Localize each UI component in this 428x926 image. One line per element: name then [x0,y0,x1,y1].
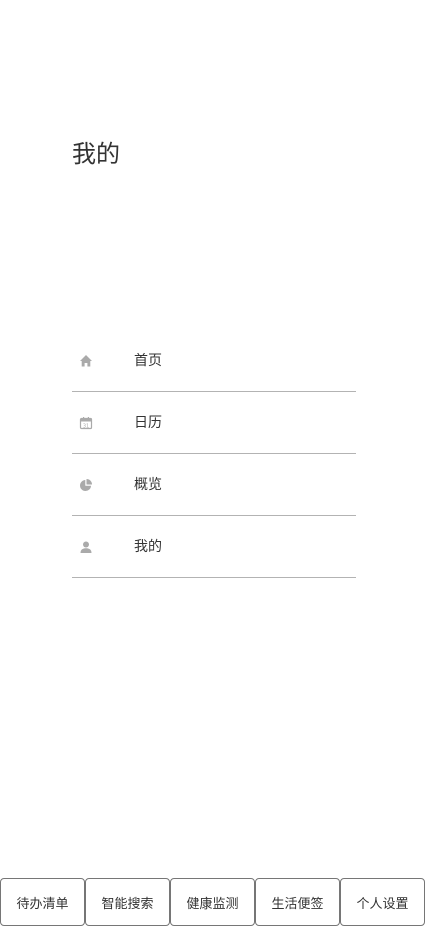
home-icon [72,354,100,368]
menu-item-label: 我的 [134,538,162,555]
menu-item-calendar[interactable]: 31 日历 [72,392,356,454]
user-icon [72,540,100,554]
menu-item-overview[interactable]: 概览 [72,454,356,516]
page-title: 我的 [72,140,120,168]
pie-chart-icon [72,478,100,492]
menu-item-label: 日历 [134,414,162,431]
menu-item-label: 首页 [134,352,162,369]
menu-item-mine[interactable]: 我的 [72,516,356,578]
page: 我的 首页 31 日历 概览 我的 待办清单 智能搜索 健康监测 生活便签 个人… [0,0,428,926]
side-menu: 首页 31 日历 概览 我的 [72,330,356,578]
calendar-icon: 31 [72,416,100,430]
menu-item-label: 概览 [134,476,162,493]
personal-settings-button[interactable]: 个人设置 [340,878,425,926]
todo-list-button[interactable]: 待办清单 [0,878,85,926]
calendar-icon-day: 31 [83,423,89,429]
health-monitor-button[interactable]: 健康监测 [170,878,255,926]
bottom-toolbar: 待办清单 智能搜索 健康监测 生活便签 个人设置 [0,878,428,926]
smart-search-button[interactable]: 智能搜索 [85,878,170,926]
menu-item-home[interactable]: 首页 [72,330,356,392]
life-notes-button[interactable]: 生活便签 [255,878,340,926]
